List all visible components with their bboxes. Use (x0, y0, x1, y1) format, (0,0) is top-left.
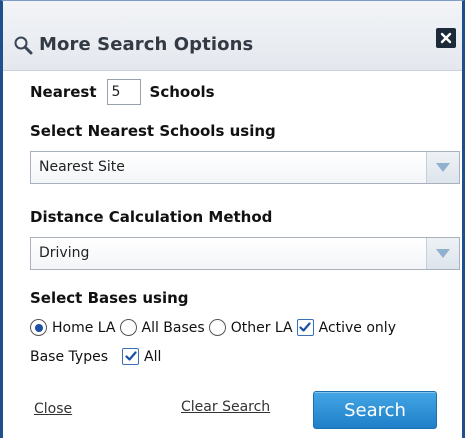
base-types-label: Base Types (30, 348, 108, 365)
search-button[interactable]: Search (313, 391, 437, 429)
dialog-title: More Search Options (39, 34, 254, 55)
nearest-count-input[interactable]: 5 (106, 79, 141, 105)
active-only-label: Active only (318, 319, 396, 336)
clear-search-link[interactable]: Clear Search (181, 399, 270, 415)
schools-label: Schools (149, 83, 215, 101)
radio-other-la-label: Other LA (230, 319, 293, 336)
radio-all-bases[interactable] (119, 319, 137, 336)
radio-selected-dot (34, 323, 43, 332)
select-nearest-value: Nearest Site (39, 159, 125, 175)
nearest-label: Nearest (30, 83, 97, 101)
base-types-row: Base Types All (30, 348, 161, 365)
chevron-down-icon (436, 163, 450, 172)
checkmark-icon (124, 351, 137, 361)
dropdown-arrow-icon[interactable] (426, 238, 459, 269)
magnifier-icon (14, 36, 33, 54)
checkmark-icon (299, 322, 311, 332)
close-icon (440, 32, 452, 44)
more-search-options-dialog: More Search Options Nearest 5 Schools Se… (0, 0, 465, 438)
bases-options-row: Home LA All Bases Other LA Active only (30, 319, 400, 336)
nearest-schools-row: Nearest 5 Schools (30, 79, 215, 105)
chevron-down-icon (436, 249, 450, 258)
close-x-icon[interactable] (436, 28, 456, 48)
radio-home-la[interactable] (30, 319, 47, 336)
radio-home-la-label: Home LA (52, 319, 116, 336)
select-nearest-label: Select Nearest Schools using (30, 122, 276, 140)
radio-all-bases-label: All Bases (141, 319, 205, 336)
active-only-checkbox[interactable] (296, 319, 314, 336)
distance-method-label: Distance Calculation Method (30, 208, 273, 226)
select-bases-label: Select Bases using (30, 289, 189, 307)
dialog-title-group: More Search Options (13, 34, 253, 55)
dropdown-arrow-icon[interactable] (426, 152, 459, 183)
dialog-titlebar: More Search Options (3, 1, 462, 71)
radio-other-la[interactable] (208, 319, 226, 336)
base-types-all-label: All (144, 348, 162, 365)
distance-method-dropdown[interactable]: Driving (30, 237, 460, 270)
base-types-all-checkbox[interactable] (122, 348, 139, 365)
select-nearest-dropdown[interactable]: Nearest Site (30, 151, 460, 184)
close-link[interactable]: Close (34, 401, 72, 417)
distance-method-value: Driving (39, 245, 90, 261)
